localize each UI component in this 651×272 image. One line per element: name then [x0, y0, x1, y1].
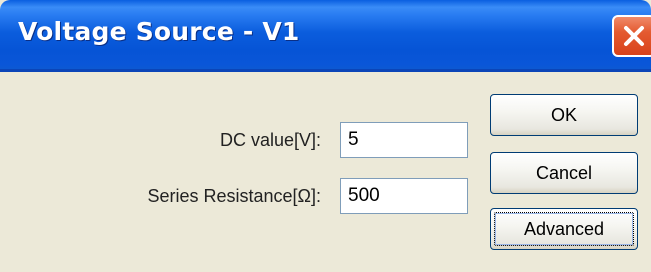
close-icon: [624, 26, 644, 46]
title-bar[interactable]: Voltage Source - V1: [0, 0, 651, 72]
close-button[interactable]: [612, 15, 651, 57]
advanced-button[interactable]: Advanced: [490, 208, 638, 250]
window-title: Voltage Source - V1: [18, 17, 300, 46]
series-resistance-field[interactable]: [340, 178, 468, 214]
dc-value-label: DC value[V]:: [219, 130, 321, 150]
dialog-body: DC value[V]: Series Resistance[Ω]: OK Ca…: [0, 72, 651, 272]
ok-button[interactable]: OK: [490, 94, 638, 136]
advanced-button-label: Advanced: [523, 219, 605, 239]
cancel-button[interactable]: Cancel: [490, 152, 638, 194]
dc-value-field[interactable]: [340, 122, 468, 158]
series-resistance-label: Series Resistance[Ω]:: [147, 186, 321, 206]
voltage-source-dialog: Voltage Source - V1 DC value[V]: Series …: [0, 0, 651, 272]
